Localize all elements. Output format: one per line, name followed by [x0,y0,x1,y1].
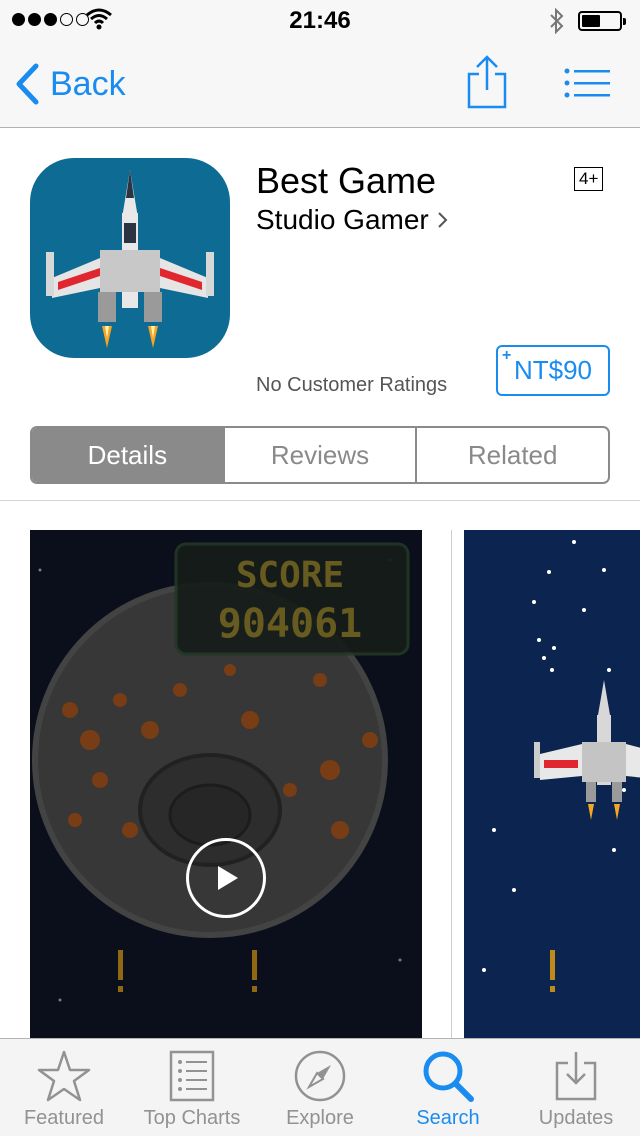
plus-icon: + [502,347,512,364]
tab-updates[interactable]: Updates [512,1039,640,1136]
battery-icon [578,11,626,31]
chevron-left-icon [16,63,39,105]
tab-bar: Featured Top Charts Explore Search Updat… [0,1038,640,1136]
top-charts-icon [169,1050,215,1102]
divider [0,500,640,501]
tab-explore[interactable]: Explore [256,1039,384,1136]
back-label: Back [50,64,126,103]
tab-top-charts[interactable]: Top Charts [128,1039,256,1136]
developer-link[interactable]: Studio Gamer [256,204,449,236]
nav-bar: Back [0,40,640,128]
compass-icon [294,1050,346,1102]
developer-name: Studio Gamer [256,204,429,235]
status-bar: 21:46 [0,0,640,40]
search-icon [423,1051,474,1102]
screenshot-gameplay[interactable] [452,530,640,1040]
tab-details[interactable]: Details [32,428,225,482]
tab-search-label: Search [416,1107,480,1129]
tab-reviews[interactable]: Reviews [225,428,418,482]
bluetooth-icon [550,8,564,34]
price-label: NT$90 [513,355,593,385]
tab-top-charts-label: Top Charts [143,1107,241,1129]
download-tray-icon [555,1052,597,1101]
chevron-right-icon [438,212,448,228]
tab-search[interactable]: Search [384,1039,512,1136]
back-button[interactable]: Back [14,62,126,106]
tab-updates-label: Updates [538,1107,614,1129]
tab-featured-label: Featured [23,1107,105,1129]
detail-segmented-control: Details Reviews Related [30,426,610,484]
list-menu-icon[interactable] [564,68,610,98]
tab-related[interactable]: Related [417,428,608,482]
spaceship-app-icon [30,158,230,358]
star-icon [37,1050,91,1102]
play-icon[interactable] [186,838,266,918]
tab-featured[interactable]: Featured [0,1039,128,1136]
ratings-text: No Customer Ratings [256,374,448,396]
age-rating-badge: 4+ [574,167,604,191]
share-icon[interactable] [466,54,508,110]
price-button[interactable]: + NT$90 [496,345,610,396]
app-title: Best Game [256,160,437,201]
screenshot-video-preview[interactable]: SCORE 904061 [30,530,422,1040]
tab-explore-label: Explore [286,1107,354,1129]
status-time: 21:46 [289,7,351,34]
